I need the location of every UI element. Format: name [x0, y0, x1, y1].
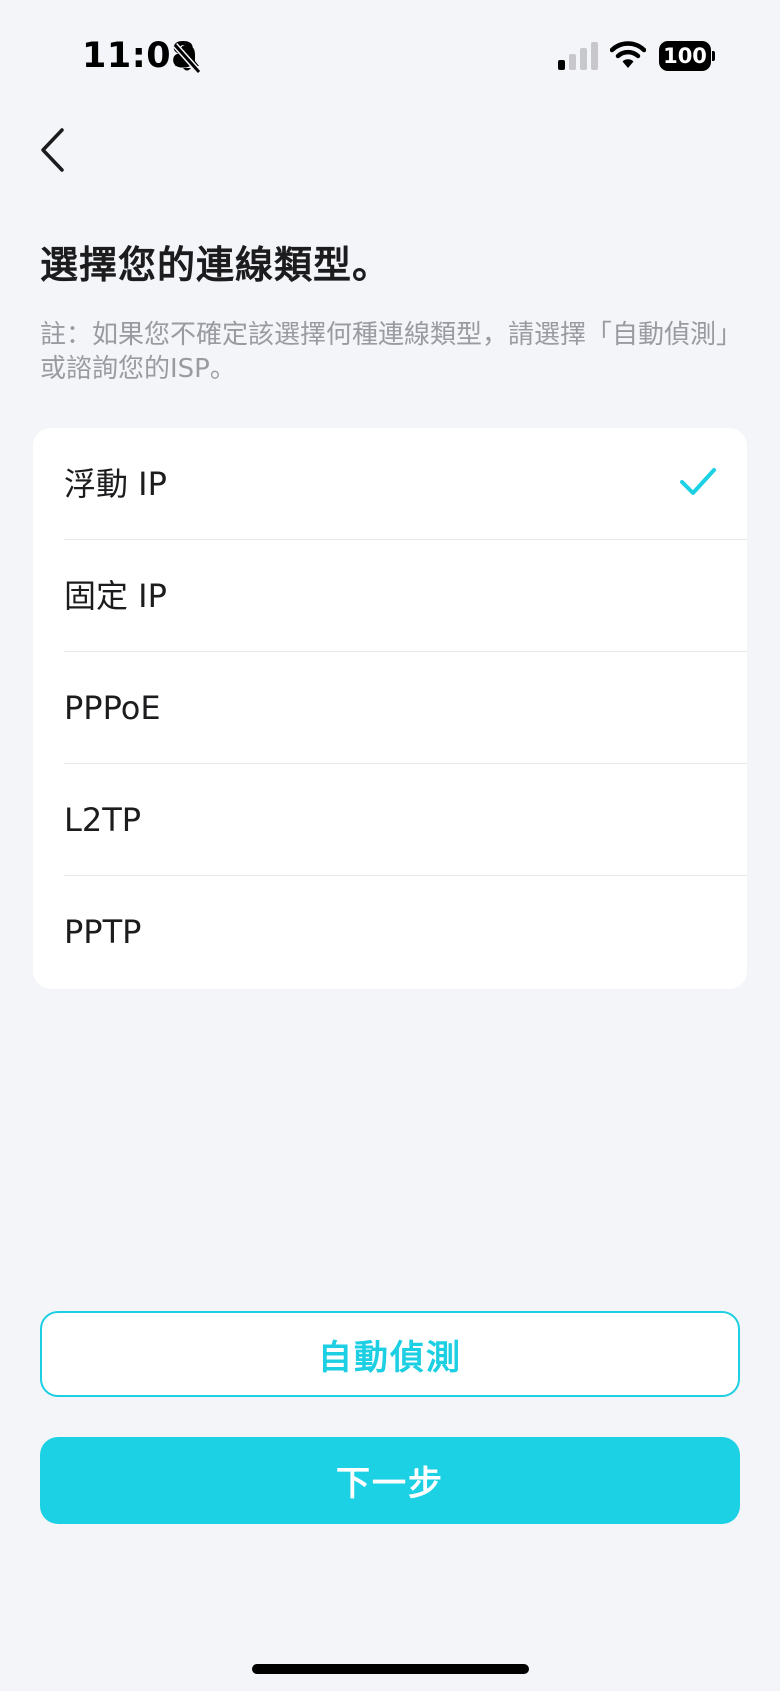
option-l2tp[interactable]: L2TP [33, 764, 747, 876]
option-label: PPPoE [64, 689, 161, 727]
next-button[interactable]: 下一步 [40, 1437, 740, 1524]
home-indicator [252, 1664, 529, 1674]
option-pptp[interactable]: PPTP [33, 876, 747, 988]
check-icon [680, 468, 716, 495]
connection-type-list: 浮動 IP 固定 IP PPPoE L2TP PPTP [33, 428, 747, 989]
option-dynamic-ip[interactable]: 浮動 IP [33, 428, 747, 540]
bell-off-icon [172, 43, 202, 74]
connection-note: 註：如果您不確定該選擇何種連線類型，請選擇「自動偵測」或諮詢您的ISP。 [40, 320, 730, 384]
auto-detect-button[interactable]: 自動偵測 [40, 1311, 740, 1397]
option-label: L2TP [64, 801, 142, 839]
wifi-icon [610, 41, 646, 68]
cellular-signal-icon [558, 42, 598, 70]
chevron-left-icon [41, 128, 64, 172]
option-static-ip[interactable]: 固定 IP [33, 540, 747, 652]
battery-level: 100 [659, 41, 711, 71]
status-bar: 11:08 100 [0, 0, 780, 115]
option-label: 浮動 IP [64, 465, 167, 503]
battery-icon: 100 [659, 41, 715, 71]
option-label: PPTP [64, 913, 142, 951]
option-pppoe[interactable]: PPPoE [33, 652, 747, 764]
option-label: 固定 IP [64, 577, 167, 615]
page-title: 選擇您的連線類型。 [40, 243, 392, 287]
back-button[interactable] [34, 122, 78, 178]
